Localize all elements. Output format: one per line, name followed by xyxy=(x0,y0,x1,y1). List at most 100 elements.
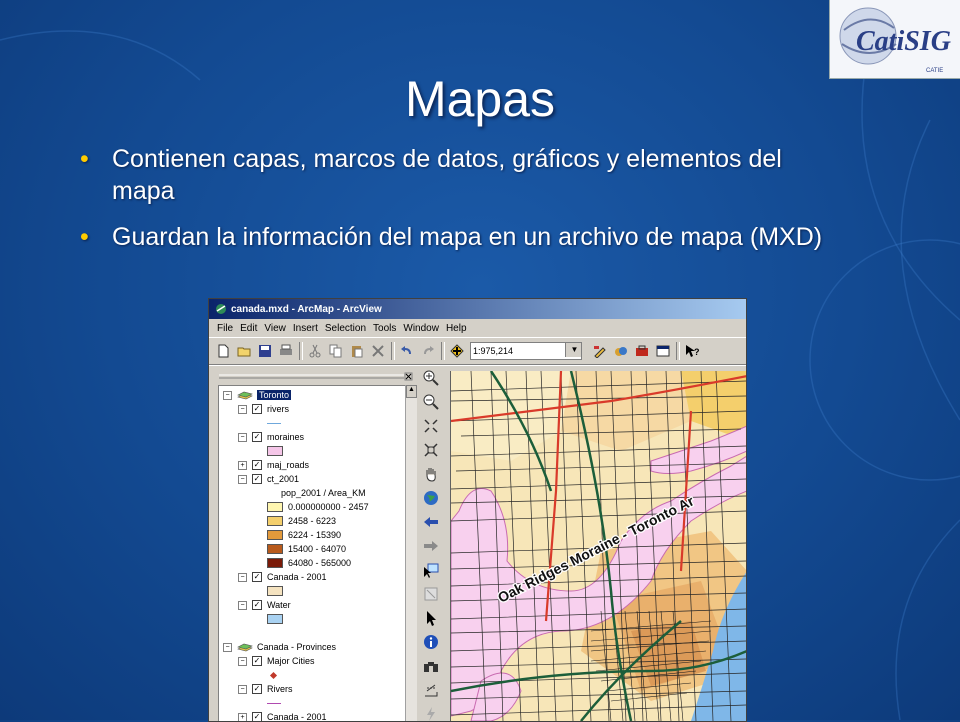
editor-icon[interactable] xyxy=(592,343,608,359)
cut-icon[interactable] xyxy=(307,343,323,359)
delete-icon[interactable] xyxy=(370,343,386,359)
pan-icon[interactable] xyxy=(423,466,439,482)
menu-help[interactable]: Help xyxy=(446,323,467,334)
bullet-item: • Contienen capas, marcos de datos, gráfi… xyxy=(76,143,836,207)
map-display[interactable]: Oak Ridges Moraine - Toronto Ar xyxy=(450,371,747,721)
forward-icon[interactable] xyxy=(423,538,439,554)
add-data-icon[interactable] xyxy=(449,343,465,359)
zoom-out-icon[interactable] xyxy=(423,394,439,410)
window-titlebar[interactable]: canada.mxd - ArcMap - ArcView xyxy=(209,299,746,319)
toc-layer[interactable]: − ✓ Water xyxy=(238,598,291,612)
menu-edit[interactable]: Edit xyxy=(240,323,257,334)
identify-icon[interactable] xyxy=(423,634,439,650)
window-icon[interactable] xyxy=(655,343,671,359)
collapse-icon[interactable]: − xyxy=(238,474,247,484)
window-title: canada.mxd - ArcMap - ArcView xyxy=(231,303,382,315)
menu-window[interactable]: Window xyxy=(403,323,439,334)
toolbox-icon[interactable] xyxy=(634,343,650,359)
redo-icon[interactable] xyxy=(420,343,436,359)
toolbar-separator xyxy=(299,342,303,360)
menu-insert[interactable]: Insert xyxy=(293,323,318,334)
measure-icon[interactable] xyxy=(423,682,439,698)
legend-line xyxy=(267,422,281,424)
toc-layer-label[interactable]: Rivers xyxy=(267,684,293,694)
toc-layer[interactable]: + ✓ maj_roads xyxy=(238,458,309,472)
collapse-icon[interactable]: − xyxy=(238,432,247,442)
toc-layer[interactable]: − ✓ ct_2001 xyxy=(238,472,299,486)
new-icon[interactable] xyxy=(215,343,231,359)
copy-icon[interactable] xyxy=(328,343,344,359)
help-icon[interactable]: ? xyxy=(684,343,700,359)
layer-visibility-checkbox[interactable]: ✓ xyxy=(252,684,262,694)
legend-line xyxy=(267,702,281,704)
layer-visibility-checkbox[interactable]: ✓ xyxy=(252,404,262,414)
select-elements-icon[interactable] xyxy=(423,610,439,626)
tools-toolbar xyxy=(423,370,447,721)
layer-visibility-checkbox[interactable]: ✓ xyxy=(252,474,262,484)
menu-view[interactable]: View xyxy=(264,323,286,334)
back-icon[interactable] xyxy=(423,514,439,530)
layer-visibility-checkbox[interactable]: ✓ xyxy=(252,600,262,610)
collapse-icon[interactable]: − xyxy=(223,642,232,652)
toc-layer-label[interactable]: Canada - 2001 xyxy=(267,572,327,582)
clear-selection-icon[interactable] xyxy=(423,586,439,602)
toc-layer-label[interactable]: Major Cities xyxy=(267,656,315,666)
map-scale-input[interactable]: 1:975,214 ▼ xyxy=(470,342,582,360)
expand-icon[interactable]: + xyxy=(238,712,247,721)
toc-layer[interactable]: − ✓ rivers xyxy=(238,402,289,416)
save-icon[interactable] xyxy=(257,343,273,359)
paste-icon[interactable] xyxy=(349,343,365,359)
toc-frame-label[interactable]: Canada - Provinces xyxy=(257,642,336,652)
toc-layer-label[interactable]: moraines xyxy=(267,432,304,442)
layer-visibility-checkbox[interactable]: ✓ xyxy=(252,432,262,442)
layer-visibility-checkbox[interactable]: ✓ xyxy=(252,572,262,582)
toc-layer-label[interactable]: maj_roads xyxy=(267,460,309,470)
collapse-icon[interactable]: − xyxy=(238,572,247,582)
layer-visibility-checkbox[interactable]: ✓ xyxy=(252,656,262,666)
chevron-up-icon[interactable]: ▲ xyxy=(406,385,417,398)
toc-layer-label[interactable]: ct_2001 xyxy=(267,474,299,484)
select-features-icon[interactable] xyxy=(423,562,439,578)
toc-frame-label[interactable]: Toronto xyxy=(257,390,292,400)
toc-layer[interactable]: + ✓ Canada - 2001 xyxy=(238,710,327,721)
table-of-contents[interactable]: − Toronto − ✓ rivers − ✓ moraines + ✓ maj_roads − ✓ c… xyxy=(218,385,415,721)
toc-data-frame[interactable]: − Toronto xyxy=(223,388,292,402)
full-extent-icon[interactable] xyxy=(423,490,439,506)
layer-visibility-checkbox[interactable]: ✓ xyxy=(252,712,262,721)
collapse-icon[interactable]: − xyxy=(238,600,247,610)
fixed-zoom-in-icon[interactable] xyxy=(423,418,439,434)
layers-icon xyxy=(237,391,253,400)
toc-layer[interactable]: − ✓ moraines xyxy=(238,430,304,444)
chevron-down-icon[interactable]: ▼ xyxy=(565,343,581,357)
legend-line-symbol xyxy=(267,416,281,430)
toc-layer-label[interactable]: Canada - 2001 xyxy=(267,712,327,721)
toc-data-frame[interactable]: − Canada - Provinces xyxy=(223,640,336,654)
layer-visibility-checkbox[interactable]: ✓ xyxy=(252,460,262,470)
layer-icon[interactable] xyxy=(613,343,629,359)
legend-swatch xyxy=(267,558,283,568)
undo-icon[interactable] xyxy=(399,343,415,359)
layers-icon xyxy=(237,643,253,652)
toc-layer[interactable]: − ✓ Rivers xyxy=(238,682,293,696)
svg-text:?: ? xyxy=(694,347,699,357)
toolbar-separator xyxy=(391,342,395,360)
open-icon[interactable] xyxy=(236,343,252,359)
toc-scrollbar[interactable]: ▲ xyxy=(405,385,417,721)
expand-icon[interactable]: + xyxy=(238,460,247,470)
menu-selection[interactable]: Selection xyxy=(325,323,366,334)
zoom-in-icon[interactable] xyxy=(423,370,439,386)
fixed-zoom-out-icon[interactable] xyxy=(423,442,439,458)
collapse-icon[interactable]: − xyxy=(238,404,247,414)
toc-layer[interactable]: − ✓ Major Cities xyxy=(238,654,315,668)
toc-layer-label[interactable]: Water xyxy=(267,600,291,610)
legend-point xyxy=(269,671,278,679)
toc-layer[interactable]: − ✓ Canada - 2001 xyxy=(238,570,327,584)
collapse-icon[interactable]: − xyxy=(238,656,247,666)
print-icon[interactable] xyxy=(278,343,294,359)
collapse-icon[interactable]: − xyxy=(238,684,247,694)
collapse-icon[interactable]: − xyxy=(223,390,232,400)
toc-layer-label[interactable]: rivers xyxy=(267,404,289,414)
menu-file[interactable]: File xyxy=(217,323,233,334)
menu-tools[interactable]: Tools xyxy=(373,323,396,334)
find-icon[interactable] xyxy=(423,658,439,674)
